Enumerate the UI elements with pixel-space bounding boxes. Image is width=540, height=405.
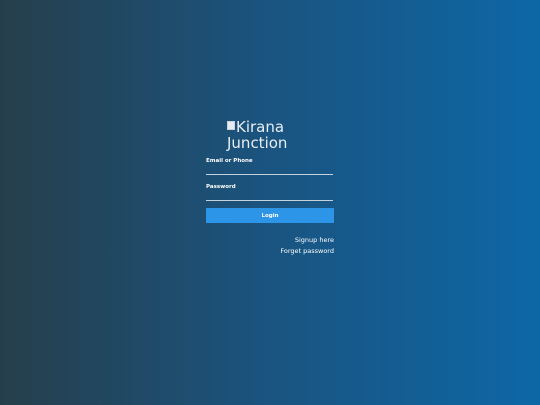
signup-link[interactable]: Signup here (206, 235, 334, 246)
broken-image-icon (227, 121, 235, 130)
logo-alt-line2: Junction (227, 134, 288, 152)
login-card: Kirana Junction Email or Phone Password … (206, 119, 334, 257)
email-field[interactable] (206, 165, 333, 175)
logo-image: Kirana Junction (227, 119, 307, 151)
login-button[interactable]: Login (206, 208, 334, 223)
forgot-password-link[interactable]: Forget password (206, 246, 334, 257)
password-label: Password (206, 184, 236, 190)
auth-links: Signup here Forget password (206, 235, 334, 257)
password-field[interactable] (206, 191, 333, 201)
email-label: Email or Phone (206, 158, 253, 164)
